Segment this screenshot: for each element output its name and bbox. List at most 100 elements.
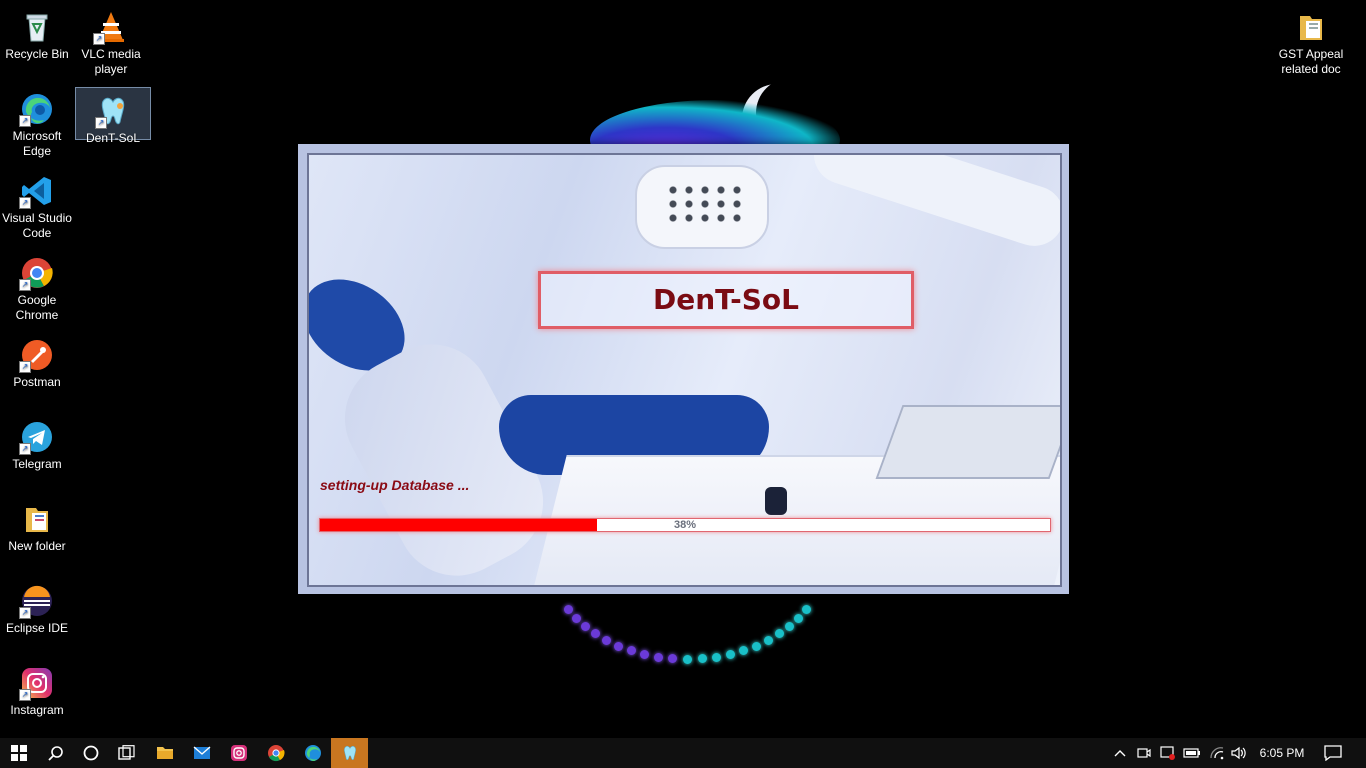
tray-wifi[interactable] (1206, 738, 1228, 768)
wallpaper-bead (711, 652, 721, 662)
taskbar: 6:05 PM (0, 738, 1366, 768)
wallpaper-bead (739, 646, 749, 656)
taskbar-edge[interactable] (294, 738, 331, 768)
desktop-icon-gst-appeal-folder[interactable]: GST Appeal related doc (1274, 4, 1348, 77)
wallpaper-bead (580, 621, 590, 631)
desktop-icon-chrome[interactable]: ↗ Google Chrome (0, 250, 74, 323)
notification-icon (1324, 745, 1342, 761)
shortcut-arrow-icon: ↗ (19, 197, 31, 209)
wallpaper-bead (601, 635, 611, 645)
start-button[interactable] (0, 738, 37, 768)
desktop-icon-label: Google Chrome (15, 293, 59, 322)
taskbar-chrome[interactable] (257, 738, 294, 768)
loading-status-text: setting-up Database ... (320, 477, 470, 493)
taskbar-dent-sol[interactable] (331, 738, 368, 768)
vscode-icon: ↗ (19, 174, 54, 209)
desktop-icon-label: GST Appeal related doc (1278, 47, 1344, 76)
shortcut-arrow-icon: ↗ (19, 279, 31, 291)
task-view-icon (117, 745, 135, 760)
tray-meet-now[interactable] (1134, 738, 1154, 768)
shortcut-arrow-icon: ↗ (19, 689, 31, 701)
desktop-icon-telegram[interactable]: ↗ Telegram (0, 414, 74, 472)
desktop: Recycle Bin ↗ VLC media player ↗ Microso… (0, 0, 1366, 738)
battery-icon (1183, 748, 1200, 758)
mail-icon (193, 746, 210, 759)
show-hidden-icons-button[interactable] (1110, 738, 1130, 768)
shortcut-arrow-icon: ↗ (19, 443, 31, 455)
loading-progress-bar: 38% (319, 518, 1051, 532)
desktop-icon-label: Postman (13, 375, 61, 389)
wallpaper-bead (764, 635, 774, 645)
desktop-icon-dent-sol[interactable]: ↗ DenT-SoL (75, 87, 151, 145)
folder-icon (1294, 10, 1328, 44)
shortcut-arrow-icon: ↗ (95, 117, 107, 129)
taskbar-instagram[interactable] (220, 738, 257, 768)
taskbar-clock[interactable]: 6:05 PM (1252, 738, 1312, 768)
desktop-icon-label: Visual Studio Code (2, 211, 72, 240)
shortcut-arrow-icon: ↗ (93, 33, 105, 45)
speaker-icon (1231, 746, 1246, 760)
cortana-icon (83, 745, 98, 761)
wallpaper-bead (613, 641, 623, 651)
dent-sol-app-icon: ↗ (95, 94, 130, 129)
wallpaper-bead (794, 613, 804, 623)
wallpaper-bead (785, 621, 795, 631)
desktop-icon-edge[interactable]: ↗ Microsoft Edge (0, 86, 74, 159)
wallpaper-bead (654, 652, 664, 662)
vlc-icon: ↗ (93, 10, 128, 45)
tray-notification-app[interactable] (1157, 738, 1179, 768)
telegram-icon: ↗ (19, 420, 54, 455)
desktop-icon-vscode[interactable]: ↗ Visual Studio Code (0, 168, 74, 241)
app-alert-icon (1160, 746, 1175, 760)
chevron-up-icon (1114, 750, 1126, 757)
edge-icon (304, 745, 321, 762)
dental-chair-arm (806, 155, 1060, 254)
desktop-icon-vlc[interactable]: ↗ VLC media player (74, 4, 148, 77)
instagram-icon: ↗ (19, 666, 54, 701)
desktop-icon-label: Eclipse IDE (5, 621, 69, 635)
chrome-icon (267, 745, 285, 762)
desktop-icon-instagram[interactable]: ↗ Instagram (0, 660, 74, 718)
wallpaper-bead (564, 605, 574, 615)
tray-battery[interactable] (1181, 738, 1203, 768)
wallpaper-bead (640, 650, 650, 660)
edge-icon: ↗ (19, 92, 54, 127)
folder-icon (20, 502, 54, 536)
wallpaper-bead (775, 629, 785, 639)
desktop-icon-label: Recycle Bin (5, 47, 69, 61)
desktop-icon-recycle-bin[interactable]: Recycle Bin (0, 4, 74, 62)
tray-volume[interactable] (1228, 738, 1250, 768)
desktop-icon-label: VLC media player (81, 47, 141, 76)
file-explorer-icon (156, 747, 173, 759)
shortcut-arrow-icon: ↗ (19, 361, 31, 373)
search-icon (47, 746, 63, 761)
search-button[interactable] (37, 738, 74, 768)
wallpaper-bead (590, 629, 600, 639)
desktop-icon-label: Microsoft Edge (12, 129, 62, 158)
instagram-icon (230, 745, 247, 761)
wallpaper-bead (801, 605, 811, 615)
wallpaper-bead (668, 654, 678, 664)
wallpaper-bead (571, 613, 581, 623)
taskbar-mail[interactable] (183, 738, 220, 768)
desktop-icon-label: DenT-SoL (85, 131, 141, 145)
desktop-icon-eclipse[interactable]: ↗ Eclipse IDE (0, 578, 74, 636)
action-center-button[interactable] (1318, 738, 1348, 768)
postman-icon: ↗ (19, 338, 54, 373)
app-title: DenT-SoL (538, 271, 914, 329)
eclipse-icon: ↗ (19, 584, 54, 619)
desktop-icon-new-folder[interactable]: New folder (0, 496, 74, 554)
wallpaper-bead (626, 646, 636, 656)
dental-clinic-background-image: DenT-SoL setting-up Database ... 38% (307, 153, 1062, 587)
taskbar-file-explorer[interactable] (146, 738, 183, 768)
dent-sol-splash-window: DenT-SoL setting-up Database ... 38% (298, 144, 1069, 594)
shortcut-arrow-icon: ↗ (19, 607, 31, 619)
cortana-button[interactable] (72, 738, 109, 768)
task-view-button[interactable] (108, 738, 145, 768)
windows-start-icon (10, 745, 27, 761)
progress-percent: 38% (673, 519, 697, 531)
desktop-icon-postman[interactable]: ↗ Postman (0, 332, 74, 390)
recycle-bin-icon (20, 10, 54, 44)
camera-icon (1137, 748, 1151, 758)
lamp-bulbs (665, 183, 745, 223)
